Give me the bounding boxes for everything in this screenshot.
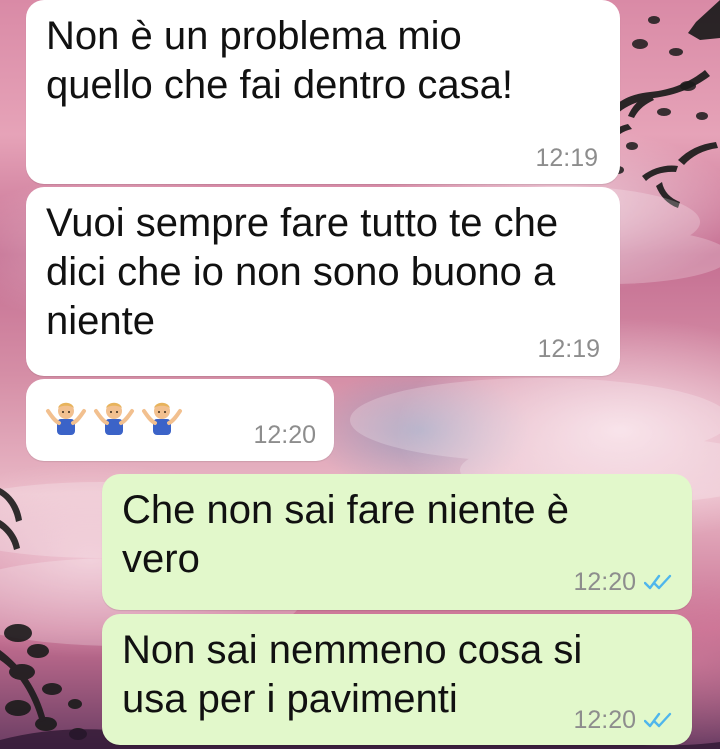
emoji-row [44, 395, 184, 439]
person-shrugging-icon [46, 402, 86, 435]
double-check-read-icon [644, 574, 672, 590]
message-timestamp: 12:20 [253, 421, 316, 449]
person-shrugging-icon [94, 402, 134, 435]
emoji-message-bubble[interactable]: 12:20 [26, 379, 334, 461]
message-text: Non è un problema mio quello che fai den… [46, 14, 513, 107]
person-shrugging-icon [142, 402, 182, 435]
message-timestamp: 12:19 [535, 144, 598, 172]
message-bubble[interactable]: Non sai nemmeno cosa si usa per i pavime… [102, 614, 692, 745]
message-bubble[interactable]: Non è un problema mio quello che fai den… [26, 0, 620, 184]
message-bubble[interactable]: Vuoi sempre fare tutto te che dici che i… [26, 187, 620, 376]
message-timestamp: 12:20 [573, 568, 636, 596]
message-bubble[interactable]: Che non sai fare niente è vero 12:20 [102, 474, 692, 610]
message-timestamp: 12:19 [537, 335, 600, 363]
chat-thread: Non è un problema mio quello che fai den… [0, 0, 720, 749]
message-text: Vuoi sempre fare tutto te che dici che i… [46, 201, 559, 343]
double-check-read-icon [644, 712, 672, 728]
message-timestamp: 12:20 [573, 706, 636, 734]
